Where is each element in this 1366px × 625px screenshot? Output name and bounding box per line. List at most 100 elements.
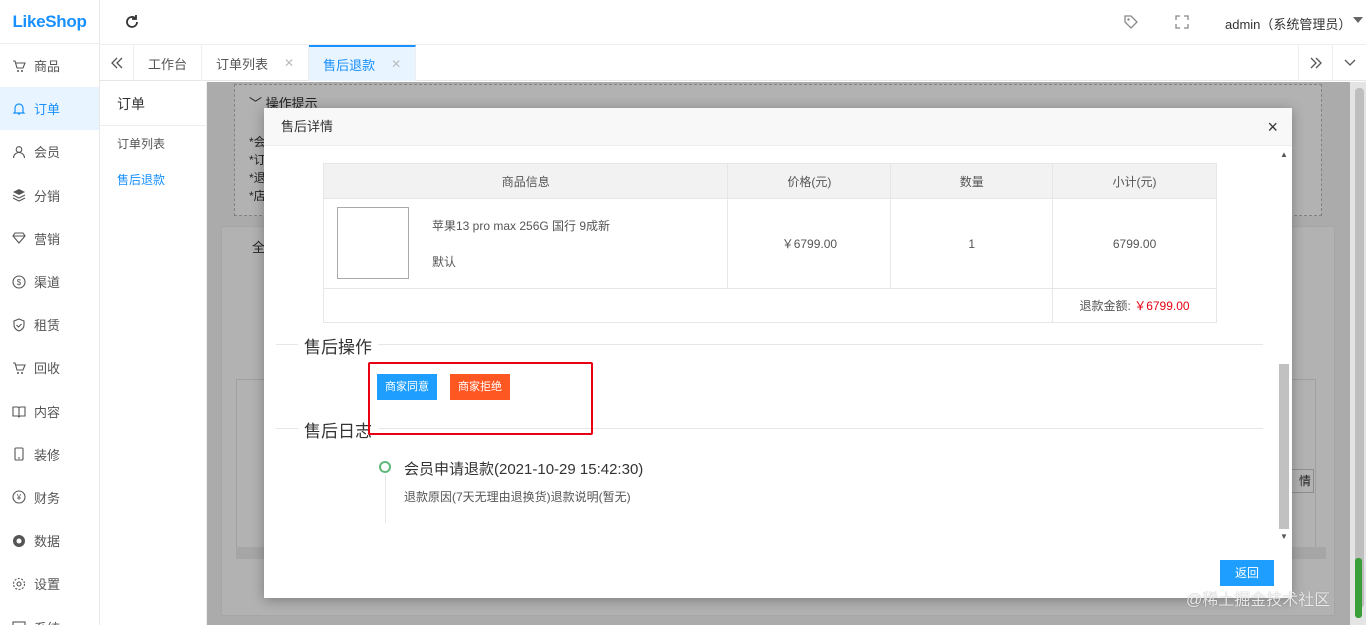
col-header-product: 商品信息 (322, 163, 729, 199)
order-submenu: 订单 订单列表 售后退款 (100, 82, 207, 625)
scroll-indicator (1355, 558, 1362, 618)
monitor-icon (12, 620, 26, 625)
sidebar-item-label: 会员 (34, 145, 61, 161)
sidebar: LikeShop 商品订单会员分销营销 $ 渠道租赁回收内容装修 ¥ 财务数据设置系统 (0, 0, 100, 625)
tab-close-icon[interactable]: ✕ (391, 57, 401, 71)
sidebar-item-label: 数据 (34, 534, 61, 550)
submenu-item-aftersale[interactable]: 售后退款 (100, 162, 206, 198)
tab-label: 工作台 (148, 56, 188, 72)
log-entry-title: 会员申请退款(2021-10-29 15:42:30) (404, 461, 644, 478)
sidebar-item-10[interactable]: ¥ 财务 (0, 476, 99, 519)
submenu-title: 订单 (100, 82, 206, 126)
modal-scrollbar-thumb[interactable] (1279, 364, 1289, 529)
watermark: @稀土掘金技术社区 (1186, 592, 1331, 609)
cart-icon (12, 59, 26, 73)
table-header-row: 商品信息 价格(元) 数量 小计(元) (322, 163, 1217, 199)
book-icon (12, 404, 26, 418)
col-header-quantity: 数量 (890, 163, 1054, 199)
sidebar-item-7[interactable]: 回收 (0, 346, 99, 389)
tabs-next-button[interactable] (1298, 45, 1332, 81)
modal-title: 售后详情 (281, 119, 334, 134)
sidebar-item-label: 分销 (34, 188, 61, 204)
product-price: ￥6799.00 (727, 198, 892, 289)
aftersale-detail-modal: 售后详情 × 商品信息 价格(元) 数量 小计(元) 苹果13 pro max … (264, 108, 1292, 598)
gear-icon (12, 577, 26, 591)
sidebar-item-label: 租赁 (34, 318, 61, 334)
refresh-icon[interactable] (124, 14, 140, 30)
user-icon (12, 145, 26, 159)
sidebar-item-13[interactable]: 系统 (0, 605, 99, 625)
section-divider (276, 344, 1263, 345)
user-menu[interactable]: admin（系统管理员） (1225, 14, 1351, 33)
sidebar-item-6[interactable]: 租赁 (0, 303, 99, 346)
sidebar-item-11[interactable]: 数据 (0, 519, 99, 562)
modal-body: 商品信息 价格(元) 数量 小计(元) 苹果13 pro max 256G 国行… (264, 146, 1292, 546)
sidebar-item-4[interactable]: 营销 (0, 217, 99, 260)
back-button[interactable]: 返回 (1220, 560, 1274, 586)
product-subtotal: 6799.00 (1052, 198, 1217, 289)
sidebar-item-1[interactable]: 订单 (0, 87, 99, 131)
sidebar-item-12[interactable]: 设置 (0, 562, 99, 605)
fullscreen-icon[interactable] (1175, 15, 1189, 29)
refund-amount-cell: 退款金额: ￥6799.00 (1052, 288, 1217, 323)
diamond-icon (12, 231, 26, 245)
product-cell: 苹果13 pro max 256G 国行 9成新 默认 (322, 198, 729, 289)
product-quantity: 1 (890, 198, 1054, 289)
tablet-icon (12, 447, 26, 461)
tab-label: 售后退款 (323, 57, 376, 73)
tab-label: 订单列表 (216, 56, 269, 72)
yen-circle-icon: ¥ (12, 490, 26, 505)
sidebar-item-label: 装修 (34, 447, 61, 463)
tabs-dropdown-button[interactable] (1332, 45, 1366, 81)
sidebar-item-label: 设置 (34, 577, 61, 593)
refund-row: 退款金额: ￥6799.00 (322, 288, 1217, 323)
table-row: 苹果13 pro max 256G 国行 9成新 默认 ￥6799.00 1 6… (322, 198, 1217, 289)
sidebar-item-2[interactable]: 会员 (0, 130, 99, 173)
tag-icon[interactable] (1123, 14, 1139, 30)
product-image (337, 207, 409, 279)
scroll-up-icon[interactable]: ▲ (1280, 150, 1288, 159)
sidebar-item-9[interactable]: 装修 (0, 433, 99, 476)
sidebar-item-label: 营销 (34, 231, 61, 247)
shield-icon (12, 318, 26, 332)
top-header: admin（系统管理员） (100, 0, 1366, 45)
tab-bar: 工作台 订单列表 ✕ 售后退款 ✕ (100, 45, 1366, 81)
sidebar-item-label: 回收 (34, 361, 61, 377)
close-icon[interactable]: × (1267, 108, 1278, 146)
refund-spacer (322, 288, 1054, 323)
tab-1[interactable]: 订单列表 ✕ (202, 45, 310, 81)
caret-down-icon[interactable] (1353, 17, 1363, 23)
tab-2[interactable]: 售后退款 ✕ (309, 45, 417, 81)
modal-header: 售后详情 × (264, 108, 1292, 146)
scroll-down-icon[interactable]: ▼ (1280, 532, 1288, 541)
svg-text:$: $ (17, 278, 22, 287)
tab-close-icon[interactable]: ✕ (284, 56, 294, 70)
col-header-subtotal: 小计(元) (1052, 163, 1217, 199)
logo[interactable]: LikeShop (0, 0, 99, 44)
sidebar-nav: 商品订单会员分销营销 $ 渠道租赁回收内容装修 ¥ 财务数据设置系统 (0, 44, 99, 625)
log-section-title: 售后日志 (298, 417, 378, 442)
sidebar-item-8[interactable]: 内容 (0, 390, 99, 433)
overlay-edge (1350, 82, 1366, 625)
goods-table: 商品信息 价格(元) 数量 小计(元) 苹果13 pro max 256G 国行… (322, 163, 1217, 323)
tab-0[interactable]: 工作台 (134, 45, 203, 81)
globe-icon (12, 534, 26, 548)
log-entry-desc: 退款原因(7天无理由退换货)退款说明(暂无) (404, 490, 631, 504)
tabs-list: 工作台 订单列表 ✕ 售后退款 ✕ (134, 45, 417, 81)
layers-icon (12, 188, 26, 202)
refund-value: ￥6799.00 (1134, 299, 1190, 313)
sidebar-item-label: 内容 (34, 404, 61, 420)
highlight-box (368, 362, 593, 435)
dollar-circle-icon: $ (12, 274, 26, 289)
tabs-prev-button[interactable] (100, 45, 134, 80)
sidebar-item-0[interactable]: 商品 (0, 44, 99, 87)
sidebar-item-label: 商品 (34, 59, 61, 75)
modal-scrollbar[interactable]: ▲ ▼ (1278, 146, 1290, 546)
submenu-item-order-list[interactable]: 订单列表 (100, 126, 206, 162)
sidebar-item-5[interactable]: $ 渠道 (0, 260, 99, 303)
refund-label: 退款金额: (1079, 299, 1131, 313)
sidebar-item-3[interactable]: 分销 (0, 174, 99, 217)
sidebar-item-label: 财务 (34, 490, 61, 506)
double-chevron-right-icon (1310, 57, 1322, 69)
sidebar-item-label: 系统 (34, 618, 60, 625)
